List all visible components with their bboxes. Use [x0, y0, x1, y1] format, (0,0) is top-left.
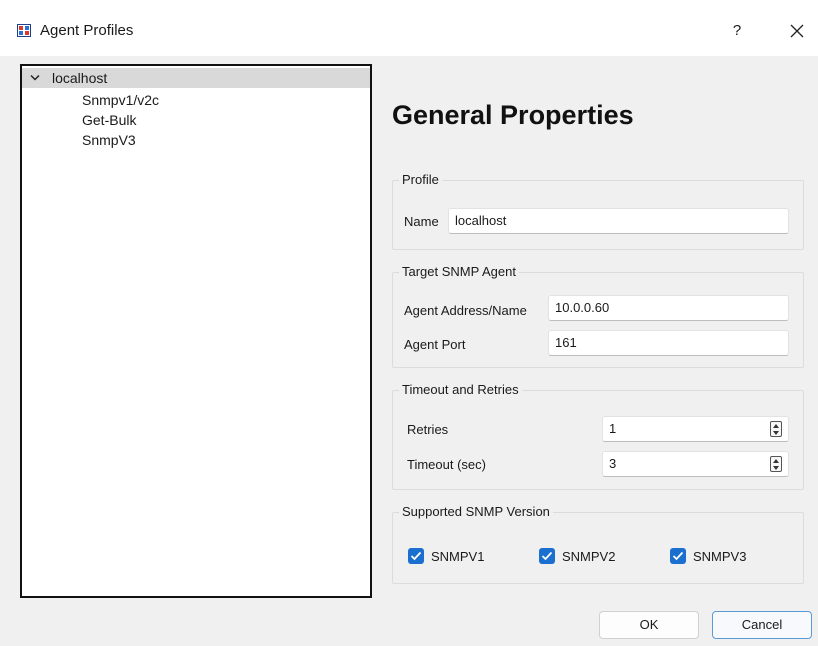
snmpv2-checkbox[interactable]: [539, 548, 555, 564]
snmpv1-label[interactable]: SNMPV1: [431, 549, 484, 564]
snmpv2-label[interactable]: SNMPV2: [562, 549, 615, 564]
timeout-label: Timeout (sec): [407, 457, 486, 472]
help-button[interactable]: ?: [722, 16, 752, 46]
spinner-arrows-icon[interactable]: [770, 456, 782, 472]
retries-label: Retries: [407, 422, 449, 437]
checkmark-icon: [541, 551, 553, 561]
group-title: Profile: [399, 172, 442, 187]
snmpv3-label[interactable]: SNMPV3: [693, 549, 746, 564]
checkmark-icon: [410, 551, 422, 561]
timeout-spinbox[interactable]: 3: [602, 451, 789, 477]
window-title: Agent Profiles: [40, 22, 134, 39]
agent-port-input[interactable]: 161: [548, 330, 789, 356]
group-title: Supported SNMP Version: [399, 504, 553, 519]
profile-group: Profile Name localhost: [392, 172, 804, 250]
agent-address-label: Agent Address/Name: [404, 303, 527, 318]
tree-item-get-bulk[interactable]: Get-Bulk: [82, 110, 136, 130]
snmpv3-checkbox[interactable]: [670, 548, 686, 564]
agent-port-label: Agent Port: [404, 337, 466, 352]
agent-profiles-dialog: Agent Profiles ? localhost Snmpv1/v2c Ge…: [0, 0, 818, 646]
tree-item-localhost[interactable]: localhost: [22, 68, 370, 88]
checkmark-icon: [672, 551, 684, 561]
profile-name-input[interactable]: localhost: [448, 208, 789, 234]
timeout-retries-group: Timeout and Retries Retries 1 Timeout (s…: [392, 382, 804, 490]
ok-button[interactable]: OK: [599, 611, 699, 639]
timeout-value: 3: [609, 456, 617, 471]
tree-item-snmpv3[interactable]: SnmpV3: [82, 130, 136, 150]
close-button[interactable]: [782, 16, 812, 46]
snmpv1-checkbox[interactable]: [408, 548, 424, 564]
snmp-version-group: Supported SNMP Version SNMPV1 SNMPV2 SNM…: [392, 504, 804, 584]
retries-spinbox[interactable]: 1: [602, 416, 789, 442]
cancel-button[interactable]: Cancel: [712, 611, 812, 639]
group-title: Timeout and Retries: [399, 382, 522, 397]
chevron-down-icon[interactable]: [30, 74, 40, 82]
name-label: Name: [404, 214, 439, 229]
target-agent-group: Target SNMP Agent Agent Address/Name 10.…: [392, 264, 804, 368]
title-bar: Agent Profiles ?: [0, 0, 818, 56]
tree-item-label: localhost: [52, 70, 108, 86]
tree-item-snmpv1-v2c[interactable]: Snmpv1/v2c: [82, 90, 159, 110]
spinner-arrows-icon[interactable]: [770, 421, 782, 437]
profile-tree[interactable]: localhost Snmpv1/v2c Get-Bulk SnmpV3: [20, 64, 372, 598]
app-icon: [17, 24, 31, 37]
group-title: Target SNMP Agent: [399, 264, 519, 279]
page-title: General Properties: [392, 100, 634, 130]
agent-address-input[interactable]: 10.0.0.60: [548, 295, 789, 321]
retries-value: 1: [609, 421, 617, 436]
close-icon: [790, 24, 804, 38]
